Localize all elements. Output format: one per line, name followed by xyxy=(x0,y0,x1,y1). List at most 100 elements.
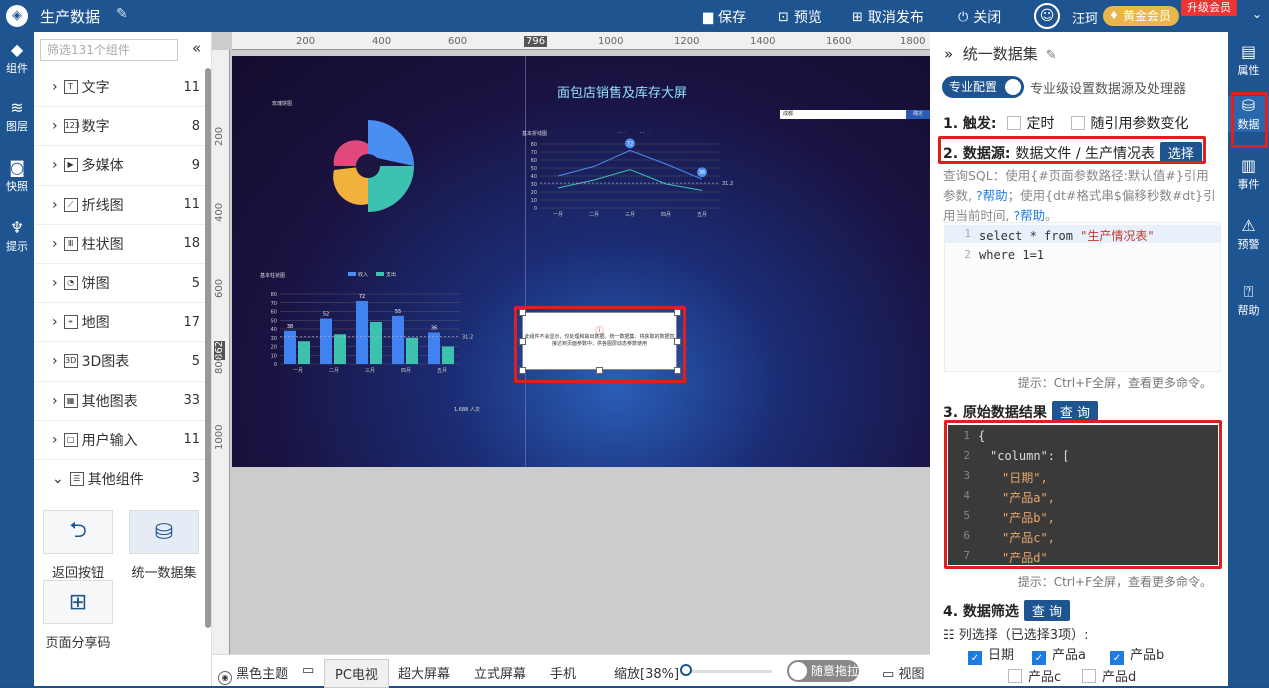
category-other-chart[interactable]: › ▦ 其他图表 33 xyxy=(34,382,206,421)
category-bar-chart[interactable]: › Ⅲ 柱状图 18 xyxy=(34,225,206,264)
nav-label: 事件 xyxy=(1237,178,1260,191)
nav-label: 快照 xyxy=(6,180,28,193)
unpublish-button[interactable]: ⊞ 取消发布 xyxy=(852,7,924,27)
bar xyxy=(298,341,310,364)
category-label: 3D图表 xyxy=(81,354,130,371)
view-button[interactable]: ▭ 视图 xyxy=(882,663,924,682)
horizontal-ruler: 200 400 600 796 1000 1200 1400 1600 1800 xyxy=(232,32,930,50)
series-line xyxy=(557,169,703,191)
collapse-panel-icon[interactable]: « xyxy=(192,39,201,57)
nav-label: 提示 xyxy=(6,240,28,253)
col-option[interactable]: ✓ 日期 xyxy=(968,644,1014,665)
user-name[interactable]: 汪珂 xyxy=(1072,8,1098,27)
data-panel: » 统一数据集 ✎ 专业配置 专业级设置数据源及处理器 1. 触发: 定时 随引用参数… xyxy=(930,32,1234,686)
tile-share-code[interactable]: ⊞ 页面分享码 xyxy=(42,580,114,651)
checkbox-checked-icon: ✓ xyxy=(1032,651,1046,665)
mode-pc[interactable]: PC电视 xyxy=(324,659,389,688)
highlight-box xyxy=(944,420,1222,569)
ruler-tick: 1000 xyxy=(214,424,225,450)
bar xyxy=(442,346,454,364)
edit-title-icon[interactable]: ✎ xyxy=(116,6,128,22)
sql-editor[interactable]: 1 select * from "生产情况表" 2 where 1=1 xyxy=(944,222,1221,372)
search-confirm-button[interactable]: 确定 xyxy=(906,110,930,119)
search-input[interactable]: 成都 xyxy=(780,110,906,119)
nav-events[interactable]: ▥ 事件 xyxy=(1228,156,1269,192)
x-tick-label: 四月 xyxy=(661,212,671,218)
zoom-slider-handle[interactable] xyxy=(680,664,692,676)
category-line-chart[interactable]: › ⟋ 折线图 11 xyxy=(34,186,206,225)
expand-icon[interactable]: » xyxy=(944,45,953,63)
component-filter-input[interactable]: 筛选131个组件 xyxy=(40,39,178,61)
bar xyxy=(370,322,382,364)
category-label: 数字 xyxy=(81,119,110,136)
help-link[interactable]: ?帮助 xyxy=(976,188,1008,203)
raw-label: 3. 原始数据结果 xyxy=(943,405,1047,421)
screen-icon[interactable]: ▭ xyxy=(302,663,314,678)
category-number[interactable]: › 123 数字 8 xyxy=(34,107,206,147)
col-option[interactable]: 产品c xyxy=(1008,666,1061,685)
category-pie-chart[interactable]: › ◔ 饼图 5 xyxy=(34,264,206,304)
chevron-down-icon[interactable]: ⌄ xyxy=(1252,7,1262,21)
col-option[interactable]: ✓ 产品a xyxy=(1032,644,1086,665)
tile-unified-dataset[interactable]: ⛁ 统一数据集 xyxy=(128,510,200,581)
category-media[interactable]: › ▶ 多媒体 9 xyxy=(34,146,206,186)
zoom-slider[interactable] xyxy=(682,670,772,673)
nav-snapshot[interactable]: ◙ 快照 xyxy=(0,158,34,194)
col-option[interactable]: ✓ 产品b xyxy=(1110,644,1164,665)
nav-tips[interactable]: ♆ 提示 xyxy=(0,218,34,254)
col-option[interactable]: 产品d xyxy=(1082,666,1136,685)
nav-properties[interactable]: ▤ 属性 xyxy=(1228,42,1269,78)
category-count: 17 xyxy=(183,314,200,330)
pro-config-toggle[interactable]: 专业配置 xyxy=(942,76,1024,98)
category-3d-chart[interactable]: › 3D 3D图表 5 xyxy=(34,342,206,382)
mode-mobile[interactable]: 手机 xyxy=(550,663,576,682)
raw-query-button[interactable]: 查 询 xyxy=(1051,401,1098,422)
nav-layers[interactable]: ≋ 图层 xyxy=(0,98,34,134)
theme-selector[interactable]: ◉ 黑色主题 xyxy=(218,663,288,685)
columns-text: 列选择（已选择3项）: xyxy=(958,628,1089,643)
bar-chart[interactable]: 收入 支出 80 70 60 50 40 30 20 10 0 一月 二月 三月 四月 五月 38 52 72 55 3… xyxy=(258,272,498,382)
timed-checkbox[interactable] xyxy=(1006,116,1021,130)
upgrade-badge[interactable]: 升级会员 xyxy=(1181,0,1237,16)
palette-icon: ◉ xyxy=(218,671,232,685)
top-bar: ◈ 生产数据 ✎ ▆ 保存 ⊡ 预览 ⊞ 取消发布 ⏻ 关闭 ☺ 汪珂 ♦ 黄金会员 升级… xyxy=(0,0,1269,32)
right-nav: ▤ 属性 ⛁ 数据 ▥ 事件 ⚠ 预警 ⍰ 帮助 xyxy=(1228,32,1269,686)
nav-components[interactable]: ◆ 组件 xyxy=(0,40,34,76)
free-drag-toggle[interactable]: 随意拖拉 xyxy=(787,660,859,682)
nav-help[interactable]: ⍰ 帮助 xyxy=(1228,282,1269,318)
tile-back-button[interactable]: ⮌ 返回按钮 xyxy=(42,510,114,581)
save-button[interactable]: ▆ 保存 xyxy=(703,7,746,27)
vip-badge[interactable]: ♦ 黄金会员 xyxy=(1103,6,1179,26)
component-tiles: ⮌ 返回按钮 ⛁ 统一数据集 ⊞ 页面分享码 xyxy=(34,498,206,686)
close-button[interactable]: ⏻ 关闭 xyxy=(958,7,1001,27)
legend-label: 收入 xyxy=(358,272,368,278)
preview-button[interactable]: ⊡ 预览 xyxy=(778,7,822,27)
mode-large[interactable]: 超大屏幕 xyxy=(398,663,450,682)
nav-alarm[interactable]: ⚠ 预警 xyxy=(1228,216,1269,252)
column-select-label: ☷ 列选择（已选择3项）: xyxy=(943,624,1088,643)
category-user-input[interactable]: › □ 用户输入 11 xyxy=(34,421,206,460)
category-map[interactable]: › ⌖ 地图 17 xyxy=(34,303,206,343)
filter-query-button[interactable]: 查 询 xyxy=(1023,600,1070,621)
component-scrollbar[interactable] xyxy=(205,68,211,628)
filter-section: 4. 数据筛选 查 询 xyxy=(943,600,1070,621)
help-link[interactable]: ?帮助 xyxy=(1013,208,1045,223)
dashboard-screen[interactable]: 面包店销售及库存大屏 玫瑰饼图 成都 确定 基本折线图 收入支出80706050… xyxy=(232,56,930,467)
screen-title[interactable]: 面包店销售及库存大屏 xyxy=(557,82,687,101)
ruler-tick: 200 xyxy=(214,126,225,146)
event-icon: ▥ xyxy=(1240,156,1257,175)
highlight-box xyxy=(938,136,1206,164)
category-text[interactable]: › T 文字 11 xyxy=(34,68,206,108)
category-count: 8 xyxy=(191,118,200,134)
mode-vertical[interactable]: 立式屏幕 xyxy=(474,663,526,682)
param-change-checkbox[interactable] xyxy=(1070,116,1085,130)
canvas-area: 200 400 600 796 1000 1200 1400 1600 1800… xyxy=(212,32,930,654)
line-chart[interactable]: 收入 支出 80 70 60 50 40 30 20 10 0 一月 二月 三月 四月 五月 72 36 31.2 xyxy=(520,132,750,242)
rose-pie-chart[interactable] xyxy=(332,120,418,218)
user-avatar-icon[interactable]: ☺ xyxy=(1034,3,1060,29)
category-other-components[interactable]: ⌄ ☰ 其他组件 3 xyxy=(34,460,206,500)
edit-icon[interactable]: ✎ xyxy=(1046,48,1057,63)
view-icon: ▭ xyxy=(882,667,895,682)
line-number: 2 xyxy=(964,248,971,261)
category-label: 用户输入 xyxy=(81,432,138,449)
